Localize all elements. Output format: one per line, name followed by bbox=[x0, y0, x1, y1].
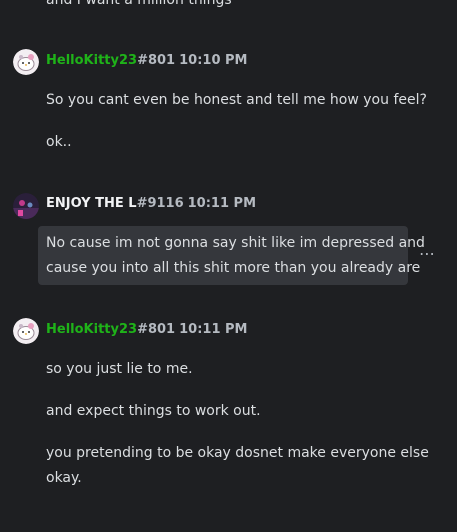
enjoy-the-l-avatar-icon bbox=[13, 193, 39, 219]
message-header: HelloKitty23#801 10:10 PM bbox=[46, 52, 247, 70]
message-text: you pretending to be okay dosnet make ev… bbox=[46, 445, 429, 461]
message-text: and expect things to work out. bbox=[46, 403, 261, 419]
message-text: okay. bbox=[46, 470, 82, 486]
avatar[interactable] bbox=[13, 49, 39, 75]
username[interactable]: ENJOY THE L bbox=[46, 196, 137, 211]
message-header: ENJOY THE L#9116 10:11 PM bbox=[46, 195, 256, 213]
message-text: so you just lie to me. bbox=[46, 361, 193, 377]
message-text: So you cant even be honest and tell me h… bbox=[46, 92, 427, 108]
chat-log: and I want a million things HelloKitty23… bbox=[0, 0, 457, 532]
discriminator: #801 bbox=[137, 322, 176, 337]
discriminator: #9116 bbox=[136, 196, 184, 211]
username[interactable]: HelloKitty23 bbox=[46, 53, 137, 68]
message-text: cause you into all this shit more than y… bbox=[46, 260, 421, 276]
avatar[interactable] bbox=[13, 193, 39, 219]
username[interactable]: HelloKitty23 bbox=[46, 322, 137, 337]
hellokitty-avatar-icon bbox=[13, 49, 39, 75]
message-text: ok.. bbox=[46, 134, 72, 150]
discriminator: #801 bbox=[137, 53, 176, 68]
timestamp: 10:11 PM bbox=[187, 196, 257, 211]
timestamp: 10:10 PM bbox=[179, 53, 248, 68]
timestamp: 10:11 PM bbox=[179, 322, 248, 337]
message-header: HelloKitty23#801 10:11 PM bbox=[46, 321, 247, 339]
message-text: No cause im not gonna say shit like im d… bbox=[46, 235, 425, 251]
message-text: and I want a million things bbox=[46, 0, 232, 8]
more-options-icon[interactable]: ⋯ bbox=[419, 244, 436, 264]
hellokitty-avatar-icon bbox=[13, 318, 39, 344]
avatar[interactable] bbox=[13, 318, 39, 344]
